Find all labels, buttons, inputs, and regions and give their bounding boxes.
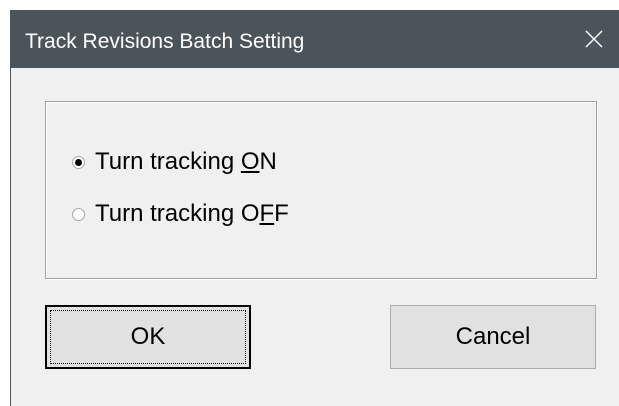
ok-button-label: OK: [130, 323, 166, 350]
dialog-window: Track Revisions Batch Setting Turn track…: [10, 10, 619, 406]
radio-button-selected[interactable]: [72, 155, 85, 169]
radio-tracking-on-label: Turn tracking ON: [95, 148, 277, 175]
dialog-title: Track Revisions Batch Setting: [25, 30, 305, 53]
radio-button-unselected[interactable]: [72, 207, 85, 221]
ok-button[interactable]: OK: [45, 305, 251, 369]
radio-tracking-off[interactable]: Turn tracking OFF: [72, 200, 289, 228]
title-bar[interactable]: Track Revisions Batch Setting: [11, 10, 619, 68]
close-icon: [585, 30, 603, 48]
cancel-button-label: Cancel: [455, 323, 531, 350]
tracking-options-group: Turn tracking ON Turn tracking OFF: [45, 101, 597, 279]
close-button[interactable]: [569, 10, 619, 68]
cancel-button[interactable]: Cancel: [390, 305, 596, 369]
radio-tracking-off-label: Turn tracking OFF: [95, 200, 289, 227]
radio-tracking-on[interactable]: Turn tracking ON: [72, 148, 277, 176]
